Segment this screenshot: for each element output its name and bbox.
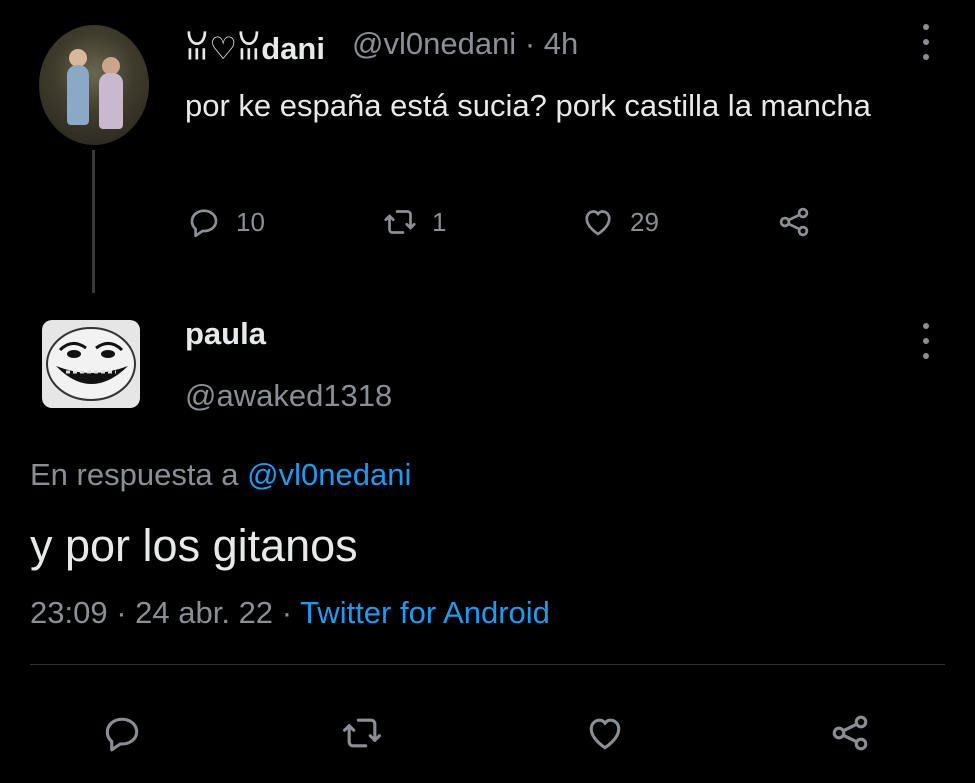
main-more-icon[interactable] (921, 323, 931, 359)
parent-separator: · (524, 26, 536, 61)
tweet-meta: 23:09 · 24 abr. 22 · Twitter for Android (30, 595, 550, 631)
replying-to-link[interactable]: @vl0nedani (247, 457, 411, 492)
reply-icon (190, 209, 218, 238)
main-retweet-button[interactable] (340, 711, 384, 760)
parent-handle-time[interactable]: @vl0nedani · 4h (352, 26, 578, 62)
parent-like-button[interactable]: 29 (580, 204, 659, 240)
retweet-icon (343, 718, 381, 748)
main-like-button[interactable] (583, 711, 627, 760)
parent-like-count: 29 (630, 206, 659, 237)
share-icon (832, 715, 868, 751)
meta-separator-1: · (116, 595, 127, 630)
parent-tweet-text: por ke españa está sucia? pork castilla … (185, 88, 871, 123)
parent-retweet-count: 1 (432, 206, 447, 237)
main-avatar[interactable] (42, 320, 140, 408)
replying-prefix: En respuesta a (30, 457, 239, 492)
heart-icon (589, 718, 621, 750)
tweet-time[interactable]: 23:09 (30, 595, 108, 630)
parent-reply-count: 10 (236, 206, 265, 237)
tweet-source[interactable]: Twitter for Android (300, 595, 550, 630)
parent-avatar[interactable] (39, 25, 149, 145)
main-share-button[interactable] (828, 711, 872, 760)
divider (30, 664, 945, 665)
replying-to-line: En respuesta a @vl0nedani (30, 457, 411, 493)
parent-more-icon[interactable] (921, 24, 931, 60)
retweet-icon (384, 210, 416, 234)
reply-icon (105, 717, 139, 752)
parent-display-name[interactable]: ꈍ♡ꈍdani (185, 26, 325, 67)
main-tweet-text: y por los gitanos (30, 520, 358, 571)
main-handle[interactable]: @awaked1318 (185, 378, 392, 414)
share-icon (779, 207, 809, 237)
thread-connector-line (92, 150, 95, 293)
parent-time[interactable]: 4h (544, 26, 578, 61)
parent-reply-button[interactable]: 10 (186, 204, 265, 240)
meta-separator-2: · (281, 595, 293, 630)
tweet-date[interactable]: 24 abr. 22 (135, 595, 273, 630)
main-display-name[interactable]: paula (185, 316, 266, 352)
main-reply-button[interactable] (100, 711, 144, 760)
parent-retweet-button[interactable]: 1 (382, 204, 446, 240)
heart-icon (585, 210, 611, 236)
parent-share-button[interactable] (776, 204, 826, 240)
parent-handle[interactable]: @vl0nedani (352, 26, 516, 61)
